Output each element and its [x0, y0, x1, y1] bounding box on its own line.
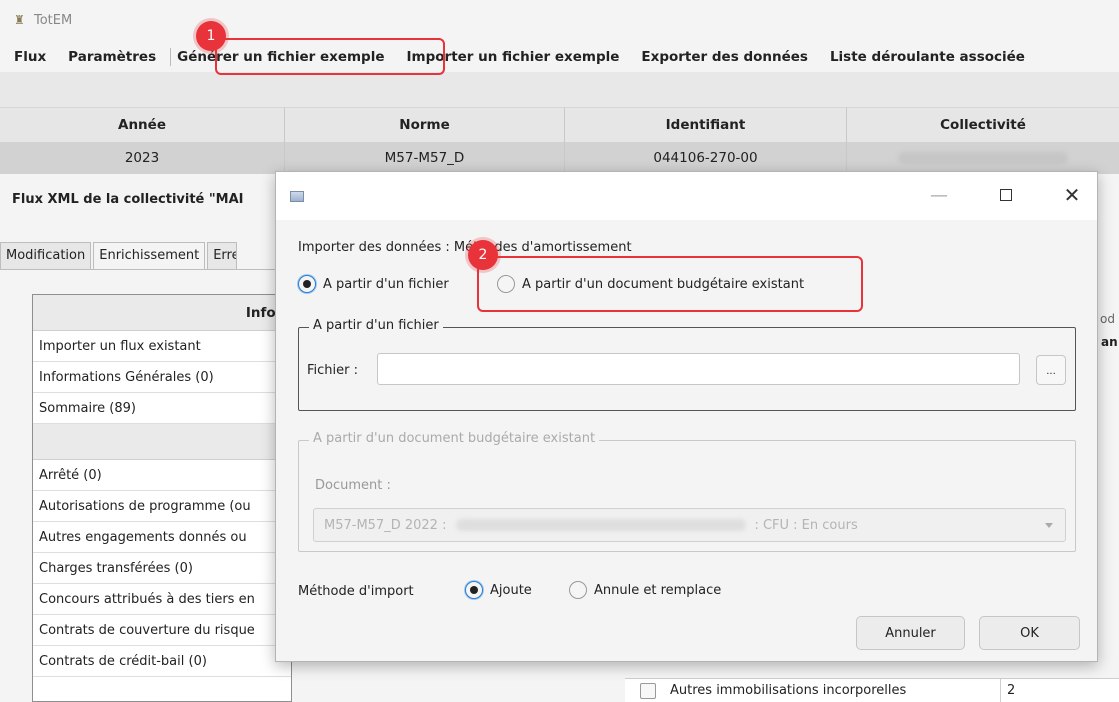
- maximize-button[interactable]: [989, 182, 1023, 208]
- menu-liste-deroulante[interactable]: Liste déroulante associée: [830, 45, 1025, 69]
- import-dialog: — ✕ Importer des données : Méthodes d'am…: [275, 171, 1098, 662]
- table-row[interactable]: Autres immobilisations incorporelles 2: [625, 678, 1119, 702]
- edge-header: an: [1101, 335, 1118, 349]
- flux-title: Flux XML de la collectivité "MAI: [12, 192, 244, 207]
- menu-flux[interactable]: Flux: [14, 45, 46, 69]
- fieldset-document-legend: A partir d'un document budgétaire exista…: [309, 431, 600, 446]
- list-item[interactable]: Contrats de crédit-bail (0): [33, 646, 291, 677]
- tab-modification[interactable]: Modification: [0, 242, 92, 270]
- row-checkbox[interactable]: [640, 682, 656, 699]
- browse-button[interactable]: ...: [1036, 355, 1066, 385]
- radio-dot: [569, 581, 587, 599]
- list-item-importer-flux[interactable]: Importer un flux existant: [33, 331, 291, 362]
- col-annee[interactable]: Année: [0, 108, 285, 142]
- radio-ajoute[interactable]: Ajoute: [465, 581, 532, 599]
- menu-parametres[interactable]: Paramètres: [68, 45, 156, 69]
- radio-annule-remplace[interactable]: Annule et remplace: [569, 581, 721, 599]
- close-button[interactable]: ✕: [1055, 182, 1089, 208]
- step-badge-1: 1: [196, 21, 226, 51]
- row-value: 2: [1000, 678, 1015, 702]
- list-item[interactable]: Charges transférées (0): [33, 553, 291, 584]
- method-label: Méthode d'import: [298, 584, 414, 599]
- step-badge-2: 2: [468, 240, 498, 270]
- menu-exporter-donnees[interactable]: Exporter des données: [641, 45, 808, 69]
- list-item-sommaire[interactable]: Sommaire (89): [33, 393, 291, 424]
- import-label: Importer des données : Méthodes d'amorti…: [298, 240, 632, 255]
- minimize-button[interactable]: —: [922, 182, 956, 208]
- toolbar-strip: [0, 72, 1119, 108]
- fieldset-file: A partir d'un fichier Fichier : ...: [298, 318, 1076, 411]
- dialog-titlebar: — ✕: [276, 172, 1097, 220]
- table-header-row: Année Norme Identifiant Collectivité: [0, 108, 1119, 142]
- list-item[interactable]: Concours attribués à des tiers en: [33, 584, 291, 615]
- document-prefix: M57-M57_D 2022 :: [324, 517, 447, 533]
- document-select[interactable]: M57-M57_D 2022 : : CFU : En cours: [313, 508, 1066, 542]
- ok-button[interactable]: OK: [979, 616, 1080, 650]
- app-logo-icon: ♜: [14, 13, 25, 27]
- list-item-informations-generales[interactable]: Informations Générales (0): [33, 362, 291, 393]
- fieldset-file-legend: A partir d'un fichier: [309, 318, 443, 333]
- window-icon: [290, 190, 304, 202]
- radio-from-file-label: A partir d'un fichier: [323, 276, 449, 292]
- menu-bar: Flux Paramètres Générer un fichier exemp…: [0, 42, 1119, 72]
- col-identifiant[interactable]: Identifiant: [565, 108, 847, 142]
- list-header: Inforr: [33, 295, 291, 331]
- cell-identifiant: 044106-270-00: [565, 142, 847, 174]
- document-suffix: : CFU : En cours: [754, 517, 858, 533]
- enrichissement-list: Inforr Importer un flux existant Informa…: [32, 294, 292, 702]
- fichier-label: Fichier :: [307, 363, 358, 378]
- tab-enrichissement[interactable]: Enrichissement: [93, 242, 206, 270]
- cell-annee: 2023: [0, 142, 285, 174]
- cancel-button[interactable]: Annuler: [856, 616, 965, 650]
- tab-bar: Modification Enrichissement Erre: [0, 242, 239, 270]
- collectivite-table: Année Norme Identifiant Collectivité 202…: [0, 108, 1119, 174]
- redacted-text: [456, 519, 747, 531]
- col-collectivite[interactable]: Collectivité: [847, 108, 1119, 142]
- table-row[interactable]: 2023 M57-M57_D 044106-270-00: [0, 142, 1119, 174]
- cell-collectivite: [847, 142, 1119, 174]
- chevron-down-icon: [1045, 523, 1053, 528]
- list-subheader: [33, 424, 291, 460]
- app-title: TotEM: [34, 12, 73, 28]
- maximize-icon: [1000, 189, 1012, 201]
- list-item[interactable]: Contrats de couverture du risque: [33, 615, 291, 646]
- list-item[interactable]: Autres engagements donnés ou: [33, 522, 291, 553]
- radio-dot-selected: [298, 275, 316, 293]
- radio-annule-label: Annule et remplace: [594, 582, 722, 598]
- highlight-document-radio: [477, 256, 863, 312]
- row-label: Autres immobilisations incorporelles: [670, 683, 907, 698]
- edge-text: od: [1100, 312, 1115, 326]
- radio-dot-selected: [465, 581, 483, 599]
- redacted-text: [898, 152, 1068, 164]
- radio-from-file[interactable]: A partir d'un fichier: [298, 275, 449, 293]
- fieldset-document: A partir d'un document budgétaire exista…: [298, 431, 1076, 552]
- list-item[interactable]: Arrêté (0): [33, 460, 291, 491]
- highlight-generer: [215, 38, 445, 75]
- menu-separator: [170, 48, 172, 66]
- list-item[interactable]: Autorisations de programme (ou: [33, 491, 291, 522]
- fichier-input[interactable]: [377, 353, 1020, 385]
- tab-divider: [0, 269, 290, 270]
- radio-ajoute-label: Ajoute: [490, 582, 532, 598]
- cell-norme: M57-M57_D: [285, 142, 565, 174]
- document-label: Document :: [315, 478, 391, 493]
- col-norme[interactable]: Norme: [285, 108, 565, 142]
- app-titlebar: ♜ TotEM: [0, 0, 1119, 40]
- tab-erreurs[interactable]: Erre: [207, 242, 238, 270]
